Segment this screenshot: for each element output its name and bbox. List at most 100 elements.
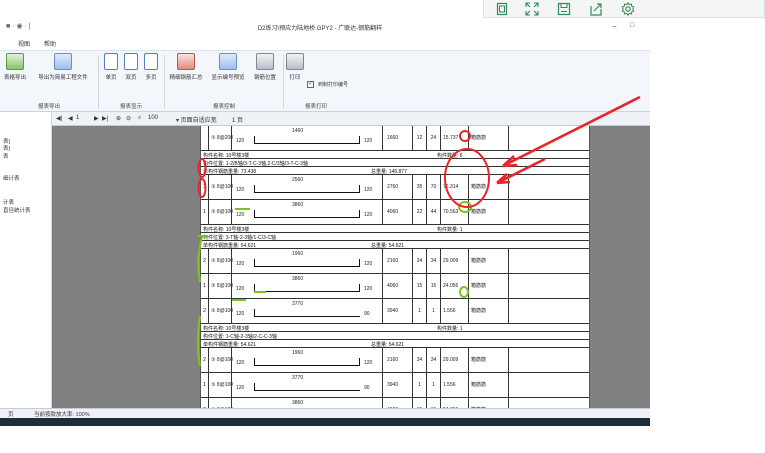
print-button[interactable]: 打印 bbox=[286, 53, 304, 81]
rebar-shape: 3770 120 90 bbox=[231, 373, 383, 398]
rebar-summary-label: 精细钢筋汇总 bbox=[169, 75, 203, 81]
menu-bar: 视图 帮助 bbox=[0, 38, 650, 50]
rebar-summary-button[interactable]: 精细钢筋汇总 bbox=[166, 53, 206, 81]
table-export-button[interactable]: 表格导出 bbox=[2, 53, 28, 81]
prev-page-button[interactable]: ◀ bbox=[68, 115, 73, 122]
multi-page-icon bbox=[144, 53, 158, 70]
group-separator bbox=[164, 55, 165, 109]
tree-item[interactable]: 细计表 bbox=[3, 174, 20, 182]
status-bar: 页 当前按款放大率: 100% bbox=[0, 408, 650, 418]
info-text: 构件位置: 1-2/B轴/3-T-C-3轴,2-C/3轴/3-T-C-3轴 bbox=[203, 161, 309, 167]
shape-left-length: 120 bbox=[236, 385, 245, 391]
first-page-button[interactable]: ◀| bbox=[56, 115, 62, 122]
zoom-out-icon[interactable]: ⊖ bbox=[126, 115, 131, 122]
rebar-length: 2760 bbox=[383, 175, 413, 200]
tree-item[interactable]: 直径统计表 bbox=[3, 206, 31, 214]
rebar-type: 箱筋筋 bbox=[469, 299, 509, 324]
rebar-length: 4060 bbox=[383, 200, 413, 225]
zoom-in-icon[interactable]: ⊕ bbox=[116, 115, 121, 122]
ribbon: 表格导出 导出为简易工程文件 单页 双页 多页 精细钢筋汇总 显示编号预览 钢筋… bbox=[0, 50, 650, 112]
next-page-button[interactable]: ▶ bbox=[94, 115, 99, 122]
print-number-label: 到制打印编号 bbox=[318, 82, 349, 88]
tree-item[interactable]: 表 bbox=[3, 152, 9, 160]
settings-icon[interactable] bbox=[620, 1, 636, 17]
save-icon[interactable] bbox=[556, 1, 572, 17]
rebar-row: 1③ 8@100 3770 120 90 3940 1 1 1.556 箱筋筋 bbox=[201, 373, 589, 398]
export-icon[interactable] bbox=[588, 1, 604, 17]
rebar-type: 箱筋筋 bbox=[469, 126, 509, 151]
table-export-label: 表格导出 bbox=[3, 75, 26, 81]
print-label: 打印 bbox=[289, 75, 301, 81]
rebar-position-icon bbox=[256, 53, 274, 70]
rebar-spec: ③ 8@200 bbox=[211, 135, 234, 141]
maximize-button[interactable]: □ bbox=[630, 22, 634, 29]
page-number-field[interactable]: 1 bbox=[76, 115, 79, 121]
menu-help[interactable]: 帮助 bbox=[44, 39, 56, 48]
rebar-total-count: 44 bbox=[427, 200, 441, 225]
total-weight: 总重量: 54.621 bbox=[371, 243, 405, 249]
rebar-count: 35 bbox=[413, 175, 427, 200]
shape-left-length: 120 bbox=[236, 212, 245, 218]
rebar-row: 1③ 8@100 3860 120 120 4060 15 15 24.056 箱筋筋 bbox=[201, 274, 589, 299]
export-simple-project-button[interactable]: 导出为简易工程文件 bbox=[32, 53, 94, 81]
shape-left-length: 120 bbox=[236, 187, 245, 193]
last-page-button[interactable]: ▶| bbox=[102, 115, 108, 122]
group-label-export: 报表导出 bbox=[37, 104, 60, 110]
rebar-total-count: 70 bbox=[427, 175, 441, 200]
tree-item[interactable]: 表) bbox=[3, 144, 10, 152]
total-weight: 总重量: 54.621 bbox=[371, 342, 405, 348]
menu-view[interactable]: 视图 bbox=[18, 39, 30, 48]
group-separator bbox=[283, 55, 284, 109]
window-title: D2练习\预应力陆地桥.GPY2 - 广联达-钢筋翻样 bbox=[257, 26, 383, 32]
shape-top-length: 3860 bbox=[292, 276, 304, 282]
zoom-level[interactable]: 100 bbox=[148, 115, 158, 121]
shape-right-length: 120 bbox=[364, 138, 373, 144]
rebar-shape: 2560 120 120 bbox=[231, 175, 383, 200]
report-page: ③ 8@200 1460 120 120 1660 12 24 15.737 箱筋筋 构件名称: … bbox=[200, 126, 590, 426]
export-file-icon bbox=[54, 53, 72, 70]
rebar-count: 1 bbox=[413, 373, 427, 398]
double-page-icon bbox=[124, 53, 138, 70]
rebar-count: 22 bbox=[413, 200, 427, 225]
shape-top-length: 3860 bbox=[292, 400, 304, 406]
component-info-row: 构件位置: 3-T轴-2-3轴/1-C/3-C轴 bbox=[201, 233, 589, 241]
printer-icon bbox=[286, 53, 304, 70]
rebar-type: 箱筋筋 bbox=[469, 249, 509, 274]
rebar-type: 箱筋筋 bbox=[469, 274, 509, 299]
rebar-shape: 3860 120 120 bbox=[231, 274, 383, 299]
rebar-shape: 1960 120 120 bbox=[231, 249, 383, 274]
fit-mode-dropdown[interactable]: ▾ 页面自适应宽 bbox=[176, 115, 217, 124]
rebar-shape-line bbox=[254, 185, 360, 193]
rebar-weight: 70.563 bbox=[441, 200, 469, 225]
single-page-icon bbox=[104, 53, 118, 70]
component-info-row: 单构件钢筋重量: 73.438 总重量: 146.877 bbox=[201, 167, 589, 175]
show-number-icon bbox=[219, 53, 237, 70]
expand-icon[interactable] bbox=[524, 1, 540, 17]
search-icon[interactable]: ⌕ bbox=[138, 115, 141, 122]
single-page-button[interactable]: 单页 bbox=[102, 53, 120, 81]
rebar-length: 1660 bbox=[383, 126, 413, 151]
show-number-preview-button[interactable]: 显示编号预览 bbox=[208, 53, 248, 81]
rebar-summary-icon bbox=[177, 53, 195, 70]
shape-right-length: 90 bbox=[364, 311, 370, 317]
shape-right-length: 120 bbox=[364, 286, 373, 292]
rebar-position-button[interactable]: 钢筋位置 bbox=[250, 53, 280, 81]
rebar-total-count: 1 bbox=[427, 299, 441, 324]
rebar-type: 箱筋筋 bbox=[469, 200, 509, 225]
minimize-button[interactable]: − bbox=[612, 22, 617, 31]
show-number-label: 显示编号预览 bbox=[211, 75, 245, 81]
tree-item[interactable]: 计表 bbox=[3, 198, 14, 206]
double-page-button[interactable]: 双页 bbox=[122, 53, 140, 81]
quick-access-toolbar[interactable]: ■ · ◉ · | bbox=[6, 22, 31, 30]
rebar-index bbox=[201, 126, 209, 151]
fit-page-icon[interactable] bbox=[494, 1, 510, 17]
taskbar bbox=[0, 418, 650, 426]
rebar-spec: ③ 8@100 bbox=[211, 258, 234, 264]
rebar-weight: 29.009 bbox=[441, 348, 469, 373]
print-number-checkbox[interactable]: ✓ bbox=[307, 81, 314, 88]
multi-page-button[interactable]: 多页 bbox=[142, 53, 160, 81]
component-info-row: 单构件钢筋重量: 54.621 总重量: 54.621 bbox=[201, 241, 589, 249]
rebar-total-count: 15 bbox=[427, 274, 441, 299]
rebar-weight: 15.737 bbox=[441, 126, 469, 151]
rebar-weight: 29.009 bbox=[441, 249, 469, 274]
